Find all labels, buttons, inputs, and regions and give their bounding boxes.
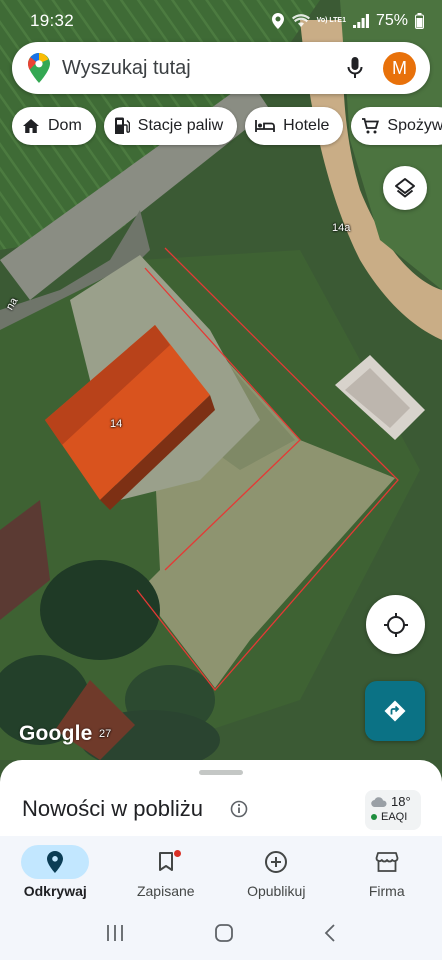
weather-temperature: 18°	[391, 794, 411, 809]
bookmark-icon	[158, 852, 173, 871]
home-icon	[23, 119, 39, 133]
search-bar[interactable]: Wyszukaj tutaj M	[12, 42, 430, 94]
chip-groceries[interactable]: Spożyw	[351, 107, 442, 145]
battery-percent: 75%	[375, 12, 408, 29]
bottom-navigation: Odkrywaj Zapisane Opublikuj Firma	[0, 836, 442, 906]
account-avatar[interactable]: M	[383, 51, 416, 85]
chip-label: Spożyw	[387, 117, 442, 134]
nav-label: Odkrywaj	[23, 883, 87, 899]
nav-contribute[interactable]: Opublikuj	[221, 836, 332, 906]
storefront-icon	[375, 852, 399, 872]
directions-icon	[384, 700, 406, 722]
cart-icon	[362, 118, 380, 134]
cloud-icon	[371, 796, 387, 807]
google-maps-pin-icon	[28, 53, 50, 83]
category-chips: Dom Stacje paliw Hotele Spożyw	[12, 107, 442, 145]
status-bar: 19:32 Vo) LTE1 75%	[0, 0, 442, 42]
search-input[interactable]: Wyszukaj tutaj	[62, 57, 347, 80]
chip-label: Hotele	[283, 117, 330, 134]
nav-label: Opublikuj	[247, 883, 306, 899]
weather-widget[interactable]: 18° EAQI	[365, 790, 421, 830]
network-type: Vo) LTE1	[316, 17, 346, 24]
microphone-icon[interactable]	[347, 56, 363, 80]
nav-saved[interactable]: Zapisane	[111, 836, 222, 906]
nav-explore[interactable]: Odkrywaj	[0, 836, 111, 906]
info-icon[interactable]	[230, 800, 248, 818]
location-icon	[271, 13, 284, 29]
chip-label: Stacje paliw	[137, 117, 224, 134]
drag-handle[interactable]	[199, 770, 243, 775]
home-button-icon[interactable]	[214, 923, 234, 943]
layers-button[interactable]	[383, 166, 427, 210]
battery-icon	[415, 13, 424, 29]
signal-icon	[352, 14, 369, 28]
gas-station-icon	[114, 117, 130, 134]
my-location-button[interactable]	[366, 595, 425, 654]
chip-gas-stations[interactable]: Stacje paliw	[103, 107, 238, 145]
chip-home[interactable]: Dom	[12, 107, 96, 145]
nav-label: Firma	[368, 883, 405, 899]
status-time: 19:32	[30, 11, 75, 30]
chip-label: Dom	[48, 117, 82, 134]
bed-icon	[255, 120, 276, 132]
notification-dot	[173, 850, 181, 857]
chip-hotels[interactable]: Hotele	[245, 107, 344, 145]
wifi-icon	[291, 14, 310, 27]
google-attribution: Google	[19, 722, 93, 745]
status-icons: Vo) LTE1 75%	[271, 12, 424, 30]
house-number-label: 14	[110, 418, 123, 430]
system-navigation-bar	[0, 906, 442, 960]
explore-pin-icon	[47, 851, 64, 873]
layers-icon	[395, 178, 415, 198]
recent-apps-icon[interactable]	[105, 924, 125, 942]
crosshair-icon	[383, 612, 408, 637]
aqi-status-dot	[371, 814, 377, 820]
sheet-title: Nowości w pobliżu	[22, 796, 203, 821]
nav-business[interactable]: Firma	[332, 836, 442, 906]
nav-label: Zapisane	[136, 883, 195, 899]
house-number-label: 27	[99, 728, 112, 740]
house-number-label: 14a	[332, 222, 351, 234]
aqi-label: EAQI	[381, 811, 408, 823]
directions-button[interactable]	[365, 681, 425, 741]
add-circle-icon	[265, 851, 288, 873]
back-icon[interactable]	[323, 923, 337, 943]
